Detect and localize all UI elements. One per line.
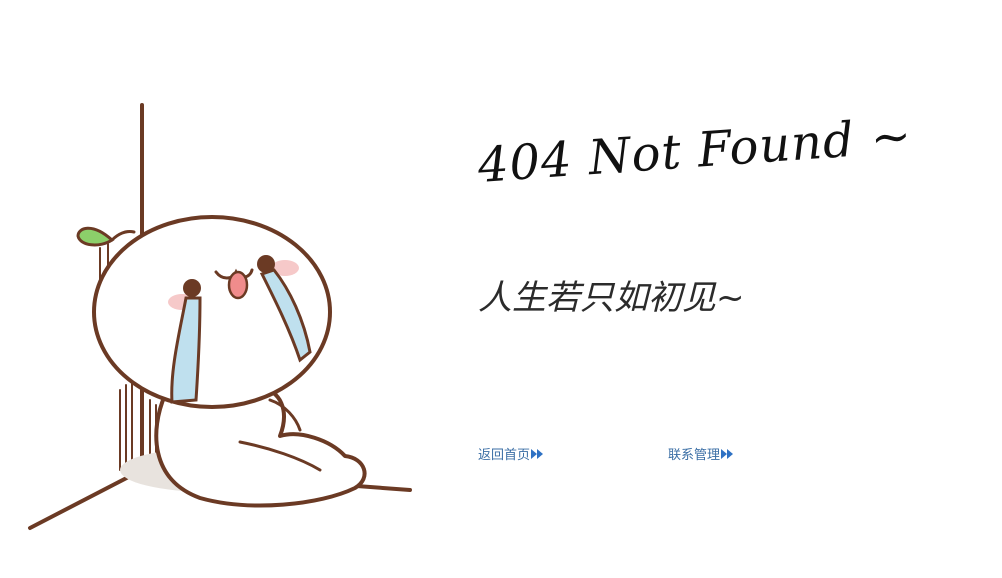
home-link[interactable]: 返回首页 xyxy=(478,444,544,463)
double-arrow-right-icon xyxy=(721,448,734,459)
crying-character-illustration xyxy=(28,103,412,530)
error-subtitle: 人生若只如初见~ xyxy=(478,278,745,318)
contact-link-label: 联系管理 xyxy=(668,448,721,463)
home-link-label: 返回首页 xyxy=(478,448,531,463)
double-arrow-right-icon xyxy=(531,448,544,459)
contact-admin-link[interactable]: 联系管理 xyxy=(668,444,734,463)
error-title: 404 Not Found ~ xyxy=(476,107,914,194)
